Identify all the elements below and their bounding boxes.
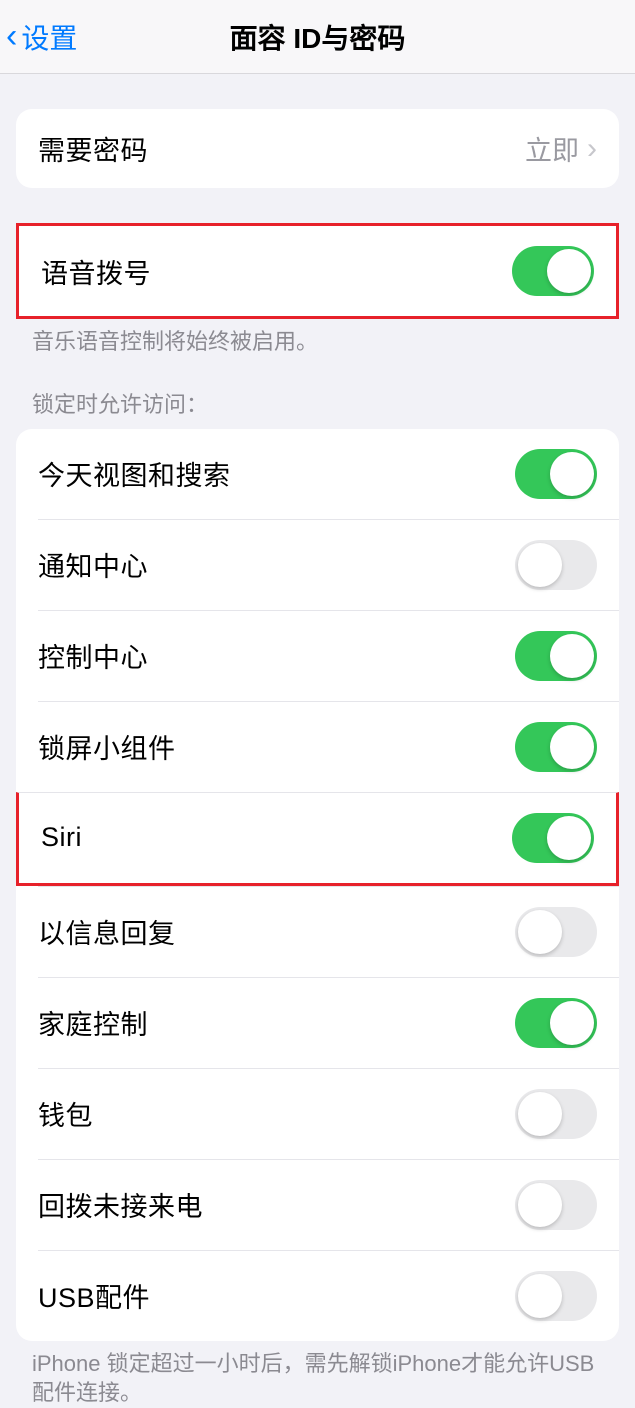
require-passcode-group: 需要密码 立即 › (16, 109, 619, 188)
allow-access-toggle[interactable] (515, 907, 597, 957)
allow-access-group: 今天视图和搜索通知中心控制中心锁屏小组件 Siri 以信息回复家庭控制钱包回拨未接来… (16, 429, 619, 1341)
allow-access-label: 锁屏小组件 (38, 727, 176, 766)
allow-access-row: 回拨未接来电 (38, 1159, 619, 1250)
allow-access-label: 以信息回复 (38, 912, 176, 951)
navbar: ‹ 设置 面容 ID与密码 (0, 0, 635, 74)
allow-access-toggle[interactable] (515, 722, 597, 772)
allow-access-label: 回拨未接来电 (38, 1185, 203, 1224)
back-button[interactable]: ‹ 设置 (6, 17, 77, 57)
chevron-right-icon: › (587, 132, 597, 166)
allow-access-label: 通知中心 (38, 545, 148, 584)
allow-access-row: 今天视图和搜索 (16, 429, 619, 519)
allow-access-label: USB配件 (38, 1276, 150, 1315)
allow-access-label: Siri (41, 822, 82, 853)
toggle-knob (518, 1183, 562, 1227)
toggle-knob (518, 1092, 562, 1136)
toggle-knob (547, 249, 591, 293)
allow-access-label: 控制中心 (38, 636, 148, 675)
allow-access-row: 锁屏小组件 (38, 701, 619, 792)
allow-access-toggle[interactable] (515, 998, 597, 1048)
allow-access-footer: iPhone 锁定超过一小时后，需先解锁iPhone才能允许USB 配件连接。 (0, 1341, 635, 1408)
voice-dial-group: 语音拨号 (16, 223, 619, 319)
allow-access-row: USB配件 (38, 1250, 619, 1341)
allow-access-toggle[interactable] (512, 813, 594, 863)
allow-access-toggle[interactable] (515, 1089, 597, 1139)
allow-access-toggle[interactable] (515, 1271, 597, 1321)
voice-dial-label: 语音拨号 (41, 252, 151, 291)
allow-access-row: 通知中心 (38, 519, 619, 610)
allow-access-toggle[interactable] (515, 540, 597, 590)
allow-access-toggle[interactable] (515, 1180, 597, 1230)
require-passcode-row[interactable]: 需要密码 立即 › (16, 109, 619, 188)
allow-access-label: 家庭控制 (38, 1003, 148, 1042)
require-passcode-label: 需要密码 (38, 129, 148, 168)
allow-access-label: 今天视图和搜索 (38, 454, 231, 493)
page-title: 面容 ID与密码 (0, 17, 635, 57)
toggle-knob (518, 1274, 562, 1318)
voice-dial-row: 语音拨号 (19, 226, 616, 316)
allow-access-toggle[interactable] (515, 631, 597, 681)
toggle-knob (518, 543, 562, 587)
toggle-knob (550, 634, 594, 678)
toggle-knob (518, 910, 562, 954)
allow-access-row: 家庭控制 (38, 977, 619, 1068)
allow-access-toggle[interactable] (515, 449, 597, 499)
toggle-knob (550, 1001, 594, 1045)
allow-access-header: 锁定时允许访问： (0, 357, 635, 425)
allow-access-row: Siri (16, 792, 619, 886)
chevron-left-icon: ‹ (6, 17, 17, 56)
back-label: 设置 (21, 17, 77, 57)
allow-access-row: 以信息回复 (38, 886, 619, 977)
allow-access-label: 钱包 (38, 1094, 93, 1133)
allow-access-row: 钱包 (38, 1068, 619, 1159)
voice-dial-toggle[interactable] (512, 246, 594, 296)
require-passcode-value: 立即 (525, 129, 579, 168)
voice-dial-footer: 音乐语音控制将始终被启用。 (0, 319, 635, 357)
allow-access-row: 控制中心 (38, 610, 619, 701)
toggle-knob (550, 452, 594, 496)
toggle-knob (550, 725, 594, 769)
toggle-knob (547, 816, 591, 860)
